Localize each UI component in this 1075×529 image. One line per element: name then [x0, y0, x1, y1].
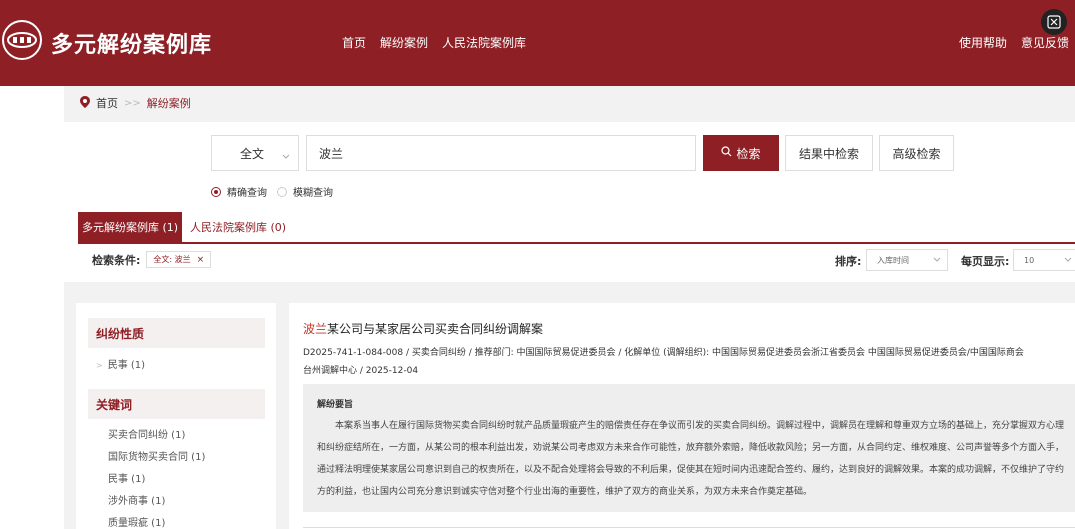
header-bar: 多元解纷案例库 首页 解纷案例 人民法院案例库 使用帮助 意见反馈	[0, 0, 1075, 86]
chevron-down-icon	[1064, 256, 1072, 265]
result-title-highlight: 波兰	[303, 322, 328, 336]
location-pin-icon	[80, 95, 90, 111]
match-mode-group: 精确查询 模糊查询	[211, 184, 333, 199]
summary-label: 解纷要旨	[317, 400, 354, 410]
result-meta-line: D2025-741-1-084-008 / 买卖合同纠纷 / 推荐部门: 中国国…	[303, 348, 1024, 358]
per-page-value: 10	[1024, 255, 1035, 265]
nav-dispute-cases[interactable]: 解纷案例	[380, 34, 428, 51]
search-within-button[interactable]: 结果中检索	[785, 135, 873, 171]
chevron-down-icon	[282, 149, 290, 163]
filter-item-label: 民事 (1)	[107, 360, 146, 371]
logo-icon[interactable]	[2, 20, 42, 60]
breadcrumb: 首页 >> 解纷案例	[80, 95, 191, 111]
result-title[interactable]: 波兰某公司与某家居公司买卖合同纠纷调解案	[303, 320, 543, 337]
site-title[interactable]: 多元解纷案例库	[51, 27, 212, 59]
remove-tag-icon[interactable]: ×	[197, 255, 205, 265]
filter-item[interactable]: 质量瑕疵 (1)	[108, 514, 165, 529]
result-title-rest: 某公司与某家居公司买卖合同纠纷调解案	[327, 322, 544, 336]
radio-unchecked-icon	[277, 186, 287, 197]
condition-bar: 检索条件: 全文: 波兰 × 排序: 入库时间 每页显示: 10 条	[78, 242, 1075, 275]
result-card: 波兰某公司与某家居公司买卖合同纠纷调解案 D2025-741-1-084-008…	[289, 303, 1075, 529]
filter-item[interactable]: 民事 (1)	[108, 470, 145, 485]
search-button[interactable]: 检索	[703, 135, 779, 171]
bullet-icon: >	[96, 361, 103, 370]
search-button-label: 检索	[736, 146, 761, 161]
filter-sidebar: 纠纷性质 > 民事 (1) 关键词 买卖合同纠纷 (1) 国际货物买卖合同 (1)…	[76, 303, 276, 529]
breadcrumb-current[interactable]: 解纷案例	[147, 95, 191, 111]
condition-tag-text: 全文: 波兰	[153, 255, 191, 264]
result-divider	[303, 527, 1075, 528]
sort-value: 入库时间	[877, 255, 909, 265]
result-meta: D2025-741-1-084-008 / 买卖合同纠纷 / 推荐部门: 中国国…	[303, 344, 1073, 380]
filter-heading-keywords[interactable]: 关键词	[88, 389, 265, 419]
help-link[interactable]: 使用帮助	[959, 34, 1007, 51]
radio-checked-icon	[211, 186, 221, 197]
left-margin	[0, 86, 64, 529]
per-page-select[interactable]: 10	[1013, 249, 1075, 271]
scope-value: 全文	[240, 146, 265, 161]
main-nav: 首页 解纷案例 人民法院案例库	[342, 34, 526, 51]
advanced-search-button[interactable]: 高级检索	[879, 135, 954, 171]
tab-court-library[interactable]: 人民法院案例库 (0)	[190, 212, 286, 242]
close-icon[interactable]	[1041, 9, 1067, 35]
breadcrumb-separator: >>	[124, 97, 141, 109]
condition-tag[interactable]: 全文: 波兰 ×	[146, 251, 212, 268]
tab-dispute-library[interactable]: 多元解纷案例库 (1)	[78, 212, 182, 242]
result-summary: 解纷要旨 本案系当事人在履行国际货物买卖合同纠纷时就产品质量瑕疵产生的赔偿责任存…	[303, 384, 1075, 512]
fuzzy-radio[interactable]: 模糊查询	[277, 184, 333, 199]
feedback-link[interactable]: 意见反馈	[1021, 34, 1069, 51]
per-page-label: 每页显示:	[961, 255, 1010, 268]
sort-select[interactable]: 入库时间	[866, 249, 948, 271]
search-input[interactable]: 波兰	[306, 135, 696, 171]
exact-label: 精确查询	[227, 188, 267, 199]
scope-select[interactable]: 全文	[211, 135, 299, 171]
filter-item[interactable]: > 民事 (1)	[96, 356, 145, 371]
filter-heading-nature[interactable]: 纠纷性质	[88, 318, 265, 348]
chevron-down-icon	[933, 256, 941, 265]
filter-item[interactable]: 涉外商事 (1)	[108, 492, 165, 507]
exact-radio[interactable]: 精确查询	[211, 184, 267, 199]
filter-item[interactable]: 国际货物买卖合同 (1)	[108, 448, 205, 463]
search-icon	[721, 146, 732, 160]
header-right-nav: 使用帮助 意见反馈	[959, 34, 1069, 51]
nav-court-cases[interactable]: 人民法院案例库	[442, 34, 526, 51]
result-meta-line: 台州调解中心 / 2025-12-04	[303, 366, 419, 376]
search-panel: 全文 波兰 检索 结果中检索 高级检索 精确查询 模糊查询 多元解纷案例库 (1…	[64, 122, 1075, 282]
sort-label: 排序:	[835, 255, 862, 268]
condition-label: 检索条件:	[92, 253, 141, 267]
fuzzy-label: 模糊查询	[293, 188, 333, 199]
nav-home[interactable]: 首页	[342, 34, 366, 51]
breadcrumb-home[interactable]: 首页	[96, 95, 118, 111]
filter-item[interactable]: 买卖合同纠纷 (1)	[108, 426, 185, 441]
summary-text: 本案系当事人在履行国际货物买卖合同纠纷时就产品质量瑕疵产生的赔偿责任存在争议而引…	[317, 421, 1065, 497]
